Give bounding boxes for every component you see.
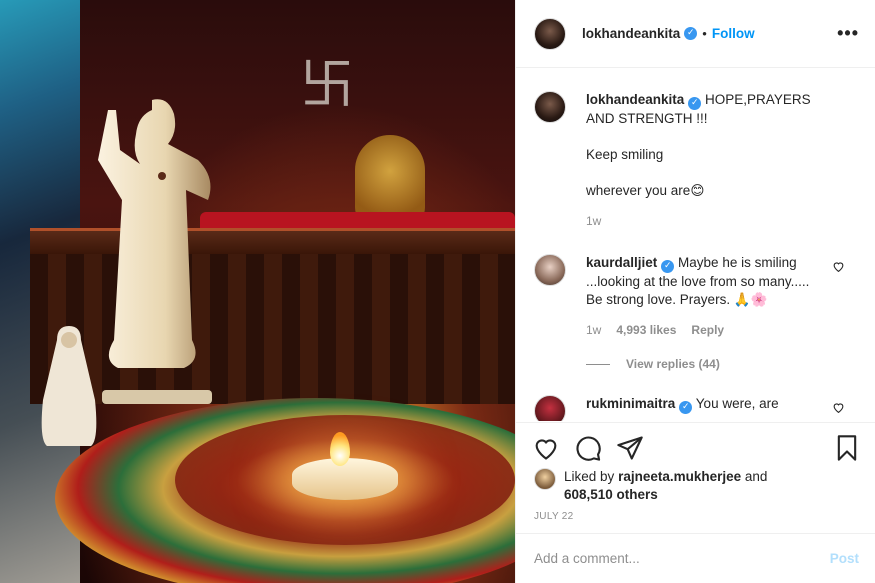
comment-username[interactable]: kaurdalljiet (586, 255, 657, 270)
likes-and: and (744, 469, 768, 484)
caption-avatar[interactable] (534, 91, 566, 123)
reply-button[interactable]: Reply (691, 321, 724, 339)
view-replies-label: View replies (44) (626, 357, 720, 371)
comment-body: rukminimaitra ✓ You were, are (586, 395, 818, 421)
author-username[interactable]: lokhandeankita (582, 26, 680, 41)
caption: lokhandeankita ✓ HOPE,PRAYERS AND STRENGT… (534, 91, 859, 230)
author-avatar[interactable] (534, 17, 566, 50)
action-bar (516, 422, 875, 472)
share-icon[interactable] (616, 434, 644, 462)
comment-emoji: 🙏🌸 (733, 292, 768, 307)
mary-statue (41, 326, 97, 446)
post-photo[interactable]: 卐 (0, 0, 515, 583)
heart-icon[interactable] (532, 434, 560, 462)
replies-line (586, 363, 610, 365)
caption-time[interactable]: 1w (586, 212, 826, 230)
commenter-avatar[interactable] (534, 254, 566, 286)
verified-icon: ✓ (688, 97, 702, 110)
likes-text: Liked by rajneeta.mukherjee and 608,510 … (564, 468, 767, 504)
heart-icon[interactable] (832, 260, 845, 273)
caption-line-3: wherever you are (586, 183, 691, 198)
smile-emoji: 😊 (690, 183, 705, 198)
post-side-panel: lokhandeankita ✓ • Follow ••• lokhandean… (515, 0, 875, 583)
add-comment-bar: Post (516, 533, 875, 583)
comment-item: kaurdalljiet ✓ Maybe he is smiling ...loo… (534, 254, 859, 339)
caption-username[interactable]: lokhandeankita (586, 92, 684, 107)
comment-input[interactable] (534, 551, 830, 566)
post-button[interactable]: Post (830, 551, 859, 566)
post-header: lokhandeankita ✓ • Follow ••• (516, 0, 875, 68)
view-replies-button[interactable]: View replies (44) (586, 357, 859, 371)
comment-body: kaurdalljiet ✓ Maybe he is smiling ...loo… (586, 254, 818, 339)
swastika-symbol: 卐 (300, 53, 354, 116)
caption-line-2: Keep smiling (586, 147, 664, 162)
comment-icon[interactable] (574, 434, 602, 462)
comments-list[interactable]: lokhandeankita ✓ HOPE,PRAYERS AND STRENGT… (516, 69, 875, 421)
comment-username[interactable]: rukminimaitra (586, 396, 675, 411)
likes-summary: Liked by rajneeta.mukherjee and 608,510 … (534, 468, 859, 504)
likes-prefix: Liked by (564, 469, 615, 484)
likes-others[interactable]: 608,510 others (564, 487, 658, 502)
jesus-statue (98, 99, 212, 404)
bookmark-icon[interactable] (833, 434, 861, 462)
comment-time[interactable]: 1w (586, 321, 601, 339)
verified-icon: ✓ (684, 27, 698, 40)
caption-body: lokhandeankita ✓ HOPE,PRAYERS AND STRENGT… (586, 91, 826, 230)
comment-item: rukminimaitra ✓ You were, are (534, 395, 859, 421)
commenter-avatar[interactable] (534, 395, 566, 421)
verified-icon: ✓ (679, 401, 693, 414)
tealight-candle (292, 458, 398, 500)
verified-icon: ✓ (661, 260, 675, 273)
comment-text: You were, are (695, 396, 779, 411)
separator-dot: • (702, 26, 707, 41)
liker-avatar[interactable] (534, 468, 556, 490)
post-date[interactable]: JULY 22 (534, 511, 574, 522)
more-icon[interactable]: ••• (837, 23, 859, 44)
heart-icon[interactable] (832, 401, 845, 414)
liker-username[interactable]: rajneeta.mukherjee (618, 469, 741, 484)
follow-button[interactable]: Follow (712, 26, 755, 41)
candle-flame (330, 432, 350, 466)
comment-likes[interactable]: 4,993 likes (616, 321, 676, 339)
comment-meta: 1w 4,993 likes Reply (586, 321, 818, 339)
